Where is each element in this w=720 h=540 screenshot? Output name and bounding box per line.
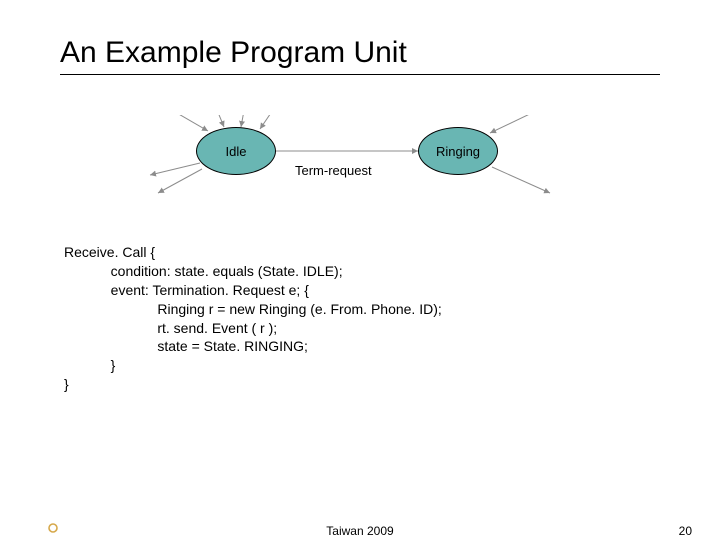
page-number: 20 [679, 524, 692, 538]
bullet-icon [48, 523, 58, 533]
state-ringing: Ringing [418, 127, 498, 175]
title-rule [60, 74, 660, 75]
code-line: } [64, 357, 115, 373]
code-line: Receive. Call { [64, 244, 155, 260]
code-line: } [64, 376, 69, 392]
code-line: rt. send. Event ( r ); [64, 320, 277, 336]
code-block: Receive. Call { condition: state. equals… [64, 243, 660, 394]
code-line: condition: state. equals (State. IDLE); [64, 263, 343, 279]
slide: An Example Program Unit Idle Ringi [0, 0, 720, 540]
state-idle: Idle [196, 127, 276, 175]
code-line: event: Termination. Request e; { [64, 282, 309, 298]
code-line: state = State. RINGING; [64, 338, 308, 354]
footer-center: Taiwan 2009 [0, 524, 720, 538]
page-title: An Example Program Unit [60, 36, 660, 70]
transition-label: Term-request [295, 163, 372, 178]
state-diagram: Idle Ringing Term-request [120, 115, 600, 215]
code-line: Ringing r = new Ringing (e. From. Phone.… [64, 301, 442, 317]
